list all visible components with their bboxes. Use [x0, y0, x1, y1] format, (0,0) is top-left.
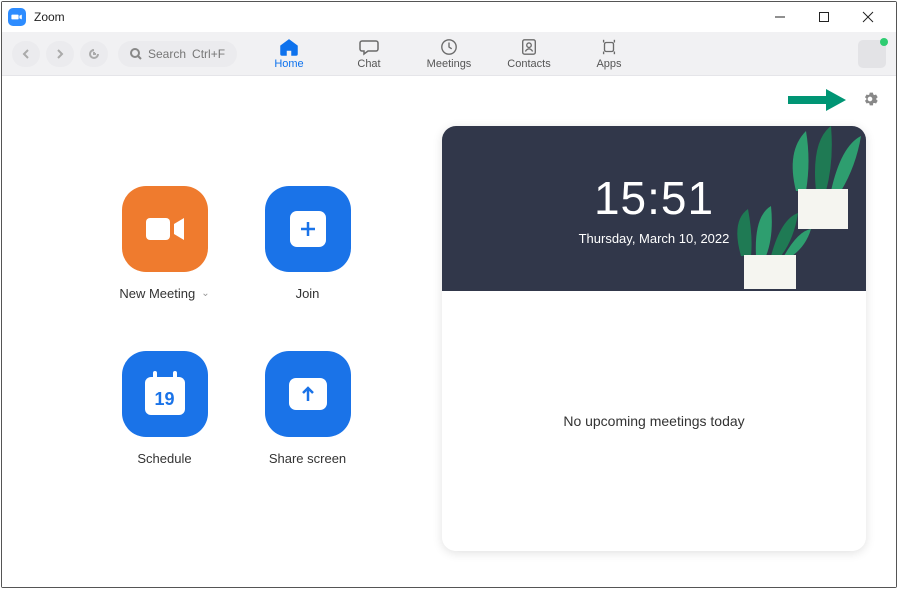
chat-icon — [359, 38, 379, 56]
annotation-arrow-icon — [788, 87, 848, 118]
share-screen-label: Share screen — [269, 451, 346, 466]
nav-history-button[interactable] — [80, 41, 108, 67]
schedule-label: Schedule — [137, 451, 191, 466]
search-icon — [130, 48, 142, 60]
clock-date: Thursday, March 10, 2022 — [579, 231, 730, 246]
tab-apps[interactable]: Apps — [584, 38, 634, 70]
main-tabs: Home Chat Meetings Contacts Apps — [264, 38, 634, 70]
apps-icon — [599, 38, 619, 56]
share-screen-tile: Share screen — [245, 351, 370, 466]
clock-time: 15:51 — [594, 171, 714, 225]
tab-chat[interactable]: Chat — [344, 38, 394, 70]
search-input[interactable]: Search Ctrl+F — [118, 41, 237, 67]
calendar-icon: 19 — [145, 377, 185, 415]
tab-contacts[interactable]: Contacts — [504, 38, 554, 70]
clock-area: 15:51 Thursday, March 10, 2022 — [442, 126, 866, 291]
zoom-logo-icon — [8, 8, 26, 26]
schedule-panel: 15:51 Thursday, March 10, 2022 No upcomi… — [442, 126, 896, 587]
meetings-list: No upcoming meetings today — [442, 291, 866, 551]
home-icon — [279, 38, 299, 56]
contacts-icon — [519, 38, 539, 56]
plus-icon — [290, 211, 326, 247]
video-icon — [144, 214, 186, 244]
chevron-down-icon: ⌄ — [201, 288, 209, 299]
content-area: New Meeting ⌄ Join — [2, 76, 896, 587]
window-controls — [758, 2, 890, 32]
tab-home[interactable]: Home — [264, 38, 314, 70]
app-window: Zoom Search Ctrl+F Home Chat — [1, 1, 897, 588]
tab-meetings[interactable]: Meetings — [424, 38, 474, 70]
gear-icon — [862, 91, 878, 107]
presence-dot-icon — [880, 38, 888, 46]
new-meeting-tile: New Meeting ⌄ — [102, 186, 227, 301]
schedule-button[interactable]: 19 — [122, 351, 208, 437]
actions-panel: New Meeting ⌄ Join — [2, 126, 442, 587]
search-label: Search — [148, 47, 186, 61]
calendar-card: 15:51 Thursday, March 10, 2022 No upcomi… — [442, 126, 866, 551]
profile-avatar[interactable] — [858, 40, 886, 68]
toolbar: Search Ctrl+F Home Chat Meetings Contact… — [2, 32, 896, 76]
app-title: Zoom — [34, 10, 65, 24]
maximize-button[interactable] — [802, 2, 846, 32]
minimize-button[interactable] — [758, 2, 802, 32]
titlebar: Zoom — [2, 2, 896, 32]
settings-button[interactable] — [862, 91, 878, 112]
join-label: Join — [296, 286, 320, 301]
new-meeting-button[interactable] — [122, 186, 208, 272]
clock-icon — [439, 38, 459, 56]
join-tile: Join — [245, 186, 370, 301]
new-meeting-label[interactable]: New Meeting ⌄ — [119, 286, 209, 301]
share-up-icon — [289, 378, 327, 410]
search-shortcut: Ctrl+F — [192, 47, 225, 61]
nav-forward-button[interactable] — [46, 41, 74, 67]
close-button[interactable] — [846, 2, 890, 32]
schedule-tile: 19 Schedule — [102, 351, 227, 466]
plant-decoration-icon — [726, 201, 816, 291]
share-screen-button[interactable] — [265, 351, 351, 437]
no-meetings-message: No upcoming meetings today — [563, 413, 744, 429]
nav-back-button[interactable] — [12, 41, 40, 67]
join-button[interactable] — [265, 186, 351, 272]
